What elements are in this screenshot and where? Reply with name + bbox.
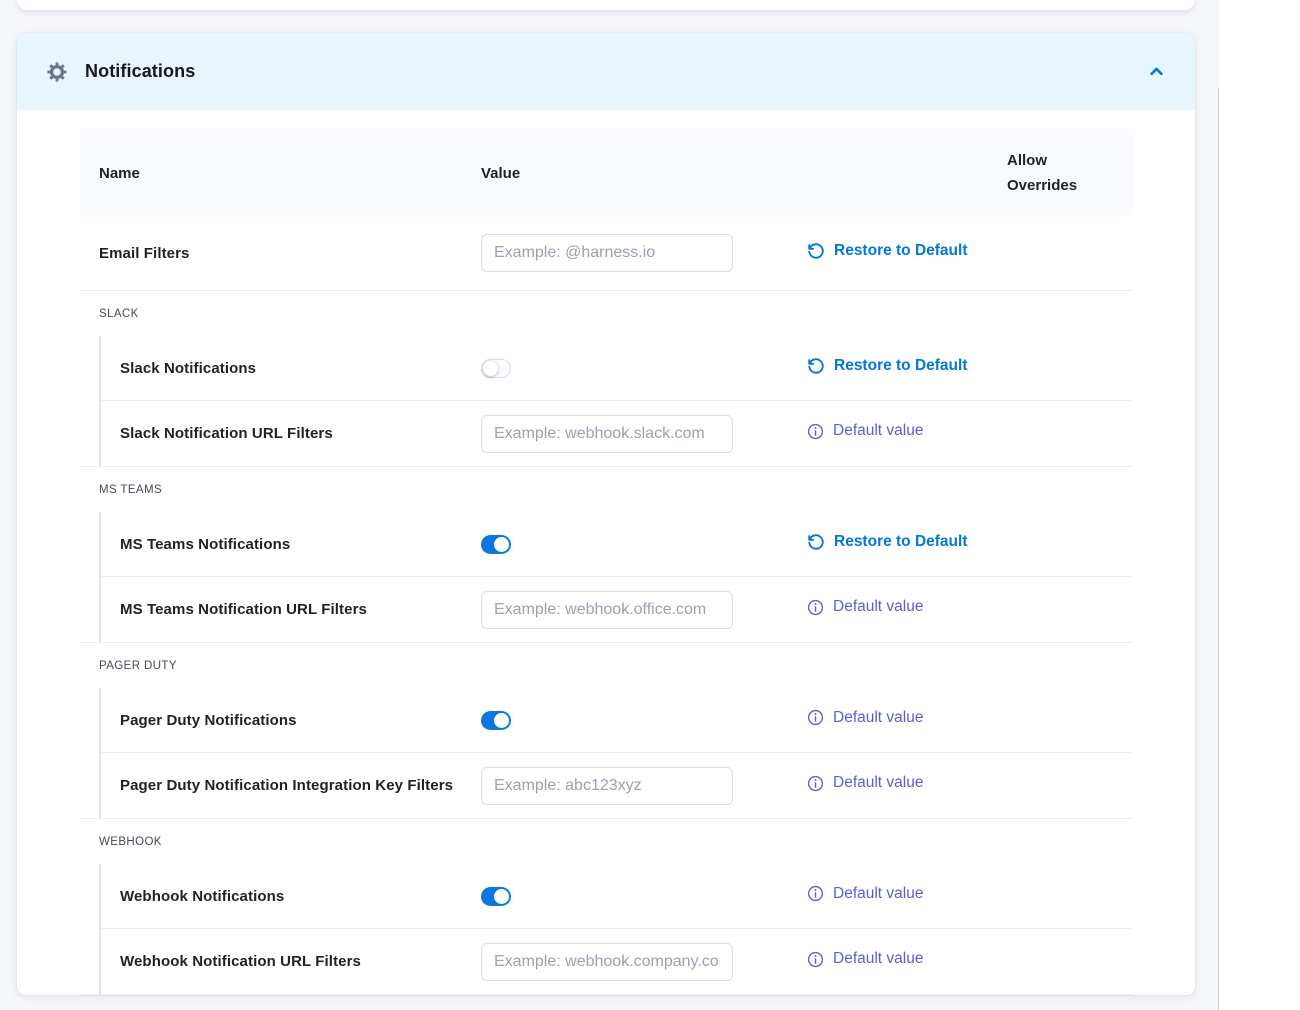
setting-action-cell: Restore to Default (807, 533, 1007, 556)
default-value-indicator: Default value (807, 598, 923, 616)
notifications-settings-card: Notifications Name Value Allow Overrides… (17, 33, 1195, 995)
settings-group: Webhook NotificationsDefault valueWebhoo… (80, 864, 1133, 995)
setting-label: Slack Notification URL Filters (99, 425, 481, 442)
setting-action-cell: Default value (807, 774, 1007, 797)
settings-rows: Email FiltersRestore to DefaultSLACKSlac… (80, 216, 1133, 995)
setting-label: Slack Notifications (99, 360, 481, 377)
info-icon[interactable] (807, 599, 824, 616)
setting-action-cell: Default value (807, 950, 1007, 973)
setting-label: MS Teams Notifications (99, 536, 481, 553)
group-label: WEBHOOK (80, 819, 1133, 864)
toggle-knob (494, 713, 509, 728)
right-panel-background (1219, 0, 1300, 1010)
setting-value-cell (481, 234, 807, 272)
settings-group: MS Teams Notifications Restore to Default… (80, 512, 1133, 643)
default-value-indicator: Default value (807, 774, 923, 792)
info-icon[interactable] (807, 709, 824, 726)
setting-row: Webhook Notifications Default value (99, 864, 1133, 929)
info-icon[interactable] (807, 423, 824, 440)
setting-input[interactable] (481, 591, 733, 629)
restore-to-default-link[interactable]: Restore to Default (807, 357, 968, 375)
setting-input[interactable] (481, 767, 733, 805)
chevron-up-icon[interactable] (1148, 63, 1165, 80)
default-value-indicator: Default value (807, 422, 923, 440)
default-value-indicator: Default value (807, 885, 923, 903)
setting-value-cell (481, 359, 807, 378)
setting-row: MS Teams Notification URL Filters Default… (99, 577, 1133, 642)
setting-action-cell: Restore to Default (807, 357, 1007, 380)
restore-to-default-link[interactable]: Restore to Default (807, 242, 968, 260)
toggle-on[interactable] (481, 535, 511, 554)
default-value-indicator: Default value (807, 709, 923, 727)
info-icon[interactable] (807, 951, 824, 968)
info-icon[interactable] (807, 775, 824, 792)
settings-table: Name Value Allow Overrides Email Filters… (80, 130, 1133, 995)
setting-row: Pager Duty Notification Integration Key … (99, 753, 1133, 818)
restore-icon (807, 533, 825, 551)
settings-group: Pager Duty NotificationsDefault valuePag… (80, 688, 1133, 819)
group-label: MS TEAMS (80, 467, 1133, 512)
setting-value-cell (481, 711, 807, 730)
setting-label: Webhook Notifications (99, 888, 481, 905)
default-value-indicator: Default value (807, 950, 923, 968)
notifications-section-header[interactable]: Notifications (17, 33, 1195, 110)
section-title: Notifications (85, 61, 195, 82)
setting-row: Slack Notifications Restore to Default (99, 336, 1133, 401)
info-icon[interactable] (807, 885, 824, 902)
toggle-knob (494, 889, 509, 904)
setting-action-cell: Default value (807, 598, 1007, 621)
restore-to-default-link[interactable]: Restore to Default (807, 533, 968, 551)
setting-value-cell (481, 887, 807, 906)
toggle-on[interactable] (481, 711, 511, 730)
restore-icon (807, 242, 825, 260)
setting-label: Email Filters (80, 245, 481, 262)
vertical-divider (1218, 88, 1220, 1010)
setting-label: MS Teams Notification URL Filters (99, 601, 481, 618)
setting-row: Pager Duty Notifications Default value (99, 688, 1133, 753)
setting-action-cell: Default value (807, 885, 1007, 908)
setting-row: Email Filters Restore to Default (80, 216, 1133, 291)
setting-label: Pager Duty Notification Integration Key … (99, 777, 481, 794)
setting-input[interactable] (481, 234, 733, 272)
setting-row: Slack Notification URL Filters Default va… (99, 401, 1133, 466)
setting-input[interactable] (481, 943, 733, 981)
setting-action-cell: Restore to Default (807, 242, 1007, 265)
toggle-on[interactable] (481, 887, 511, 906)
column-header-name: Name (80, 165, 481, 182)
setting-row: MS Teams Notifications Restore to Default (99, 512, 1133, 577)
group-label: PAGER DUTY (80, 643, 1133, 688)
setting-value-cell (481, 415, 807, 453)
setting-value-cell (481, 535, 807, 554)
settings-group: Slack NotificationsRestore to DefaultSla… (80, 336, 1133, 467)
column-header-allow-overrides: Allow Overrides (1007, 148, 1133, 198)
setting-row: Webhook Notification URL Filters Default … (99, 929, 1133, 994)
setting-action-cell: Default value (807, 422, 1007, 445)
table-header-row: Name Value Allow Overrides (80, 130, 1133, 216)
setting-input[interactable] (481, 415, 733, 453)
setting-label: Webhook Notification URL Filters (99, 953, 481, 970)
toggle-knob (494, 537, 509, 552)
setting-value-cell (481, 943, 807, 981)
setting-value-cell (481, 767, 807, 805)
toggle-off[interactable] (481, 359, 511, 378)
settings-group: Email Filters Restore to Default (80, 216, 1133, 291)
setting-label: Pager Duty Notifications (99, 712, 481, 729)
setting-value-cell (481, 591, 807, 629)
gear-icon (46, 61, 68, 83)
setting-action-cell: Default value (807, 709, 1007, 732)
column-header-value: Value (481, 165, 807, 182)
group-label: SLACK (80, 291, 1133, 336)
previous-section-card-edge (17, 0, 1195, 10)
toggle-knob (483, 361, 498, 376)
restore-icon (807, 357, 825, 375)
